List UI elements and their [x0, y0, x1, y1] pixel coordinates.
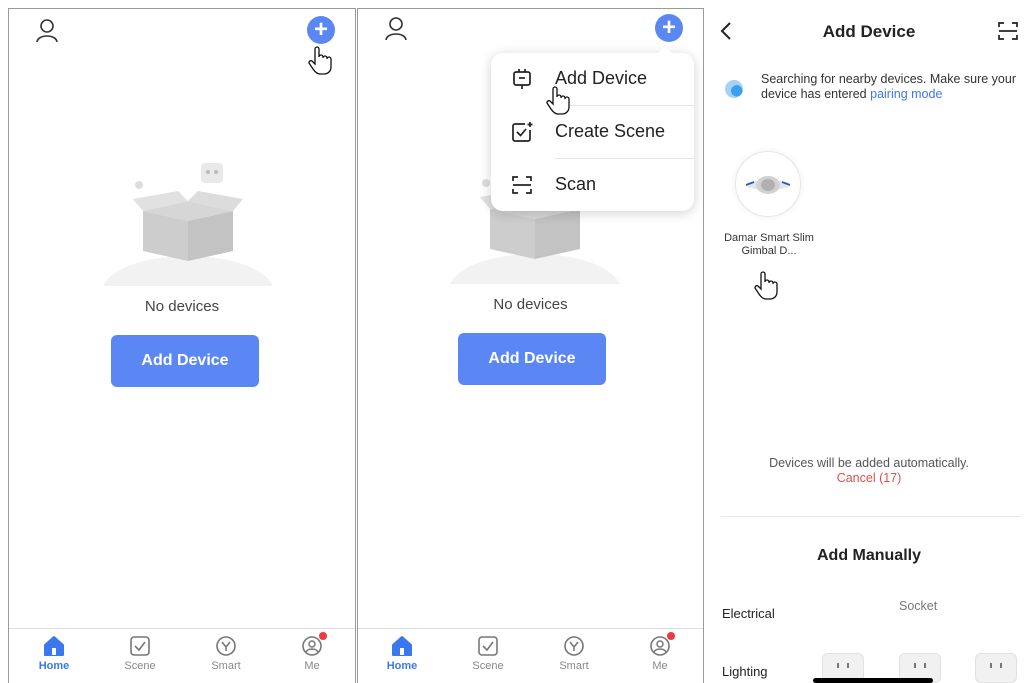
category-lighting[interactable]: Lighting	[722, 664, 768, 679]
discovered-device[interactable]	[735, 151, 801, 217]
menu-item-create-scene[interactable]: Create Scene	[491, 106, 694, 158]
empty-box-illustration	[103, 163, 273, 286]
tab-label: Scene	[472, 660, 504, 672]
add-menu-dropdown: Add Device Create Scene Scan	[491, 46, 694, 211]
scene-icon	[478, 636, 498, 656]
cancel-button[interactable]: Cancel (17)	[709, 471, 1029, 485]
add-device-panel: Add Device Searching for nearby devices.…	[709, 8, 1029, 683]
add-manually-title: Add Manually	[816, 547, 921, 564]
home-screen-panel: + No devices Add Device Home Scene Smart…	[8, 8, 356, 683]
scan-icon	[512, 176, 532, 194]
device-name: Damar Smart Slim Gimbal D...	[724, 232, 814, 257]
plus-icon[interactable]: +	[307, 16, 335, 44]
tab-label: Me	[652, 660, 668, 672]
tab-smart[interactable]: Smart	[196, 635, 256, 672]
home-icon	[392, 636, 412, 656]
home-icon	[44, 636, 64, 656]
tab-me[interactable]: Me	[282, 635, 342, 672]
menu-item-add-device[interactable]: Add Device	[491, 53, 694, 105]
searching-spinner-icon	[725, 80, 743, 98]
notification-badge	[667, 632, 675, 640]
user-icon[interactable]	[384, 15, 408, 45]
tab-label: Smart	[559, 660, 589, 672]
scan-icon[interactable]	[998, 21, 1018, 41]
auto-add-message: Devices will be added automatically.	[769, 456, 969, 470]
category-electrical[interactable]: Electrical	[722, 606, 775, 621]
menu-item-label: Scan	[555, 174, 597, 194]
subcategory-socket: Socket	[899, 599, 938, 613]
searching-message: Searching for nearby devices. Make sure …	[761, 72, 1023, 102]
tab-label: Home	[386, 660, 418, 672]
user-icon[interactable]	[35, 17, 59, 47]
create-scene-icon	[512, 122, 533, 142]
notification-badge	[319, 632, 327, 640]
scene-icon	[130, 636, 150, 656]
add-device-button[interactable]: Add Device	[458, 333, 606, 385]
tab-home[interactable]: Home	[24, 635, 84, 672]
downlight-icon	[745, 176, 791, 194]
tab-bar: Home Scene Smart Me	[9, 628, 355, 683]
add-device-icon	[513, 69, 531, 89]
tab-smart[interactable]: Smart	[544, 635, 604, 672]
tab-home[interactable]: Home	[372, 635, 432, 672]
menu-item-label: Create Scene	[555, 121, 666, 141]
socket-device-item[interactable]	[975, 653, 1017, 683]
smart-icon	[564, 636, 584, 656]
tab-label: Scene	[124, 660, 156, 672]
home-indicator	[813, 678, 933, 683]
tab-label: Smart	[211, 660, 241, 672]
tab-label: Home	[38, 660, 70, 672]
section-divider	[721, 516, 1021, 517]
plus-icon[interactable]: +	[655, 14, 683, 42]
tab-label: Me	[304, 660, 320, 672]
smart-icon	[216, 636, 236, 656]
empty-state-text: No devices	[493, 296, 568, 313]
add-device-button[interactable]: Add Device	[111, 335, 259, 387]
tab-me[interactable]: Me	[630, 635, 690, 672]
hand-pointer-icon	[754, 271, 778, 300]
empty-state-text: No devices	[144, 298, 220, 315]
page-title: Add Device	[822, 22, 916, 41]
menu-item-scan[interactable]: Scan	[491, 159, 694, 211]
hand-pointer-icon	[308, 46, 332, 75]
tab-bar: Home Scene Smart Me	[358, 628, 703, 683]
pairing-mode-link[interactable]: pairing mode	[870, 87, 942, 101]
tab-scene[interactable]: Scene	[110, 635, 170, 672]
home-screen-menu-panel: + Add Device Create Scene Scan No device…	[357, 8, 704, 683]
tab-scene[interactable]: Scene	[458, 635, 518, 672]
hand-pointer-icon	[546, 86, 570, 115]
